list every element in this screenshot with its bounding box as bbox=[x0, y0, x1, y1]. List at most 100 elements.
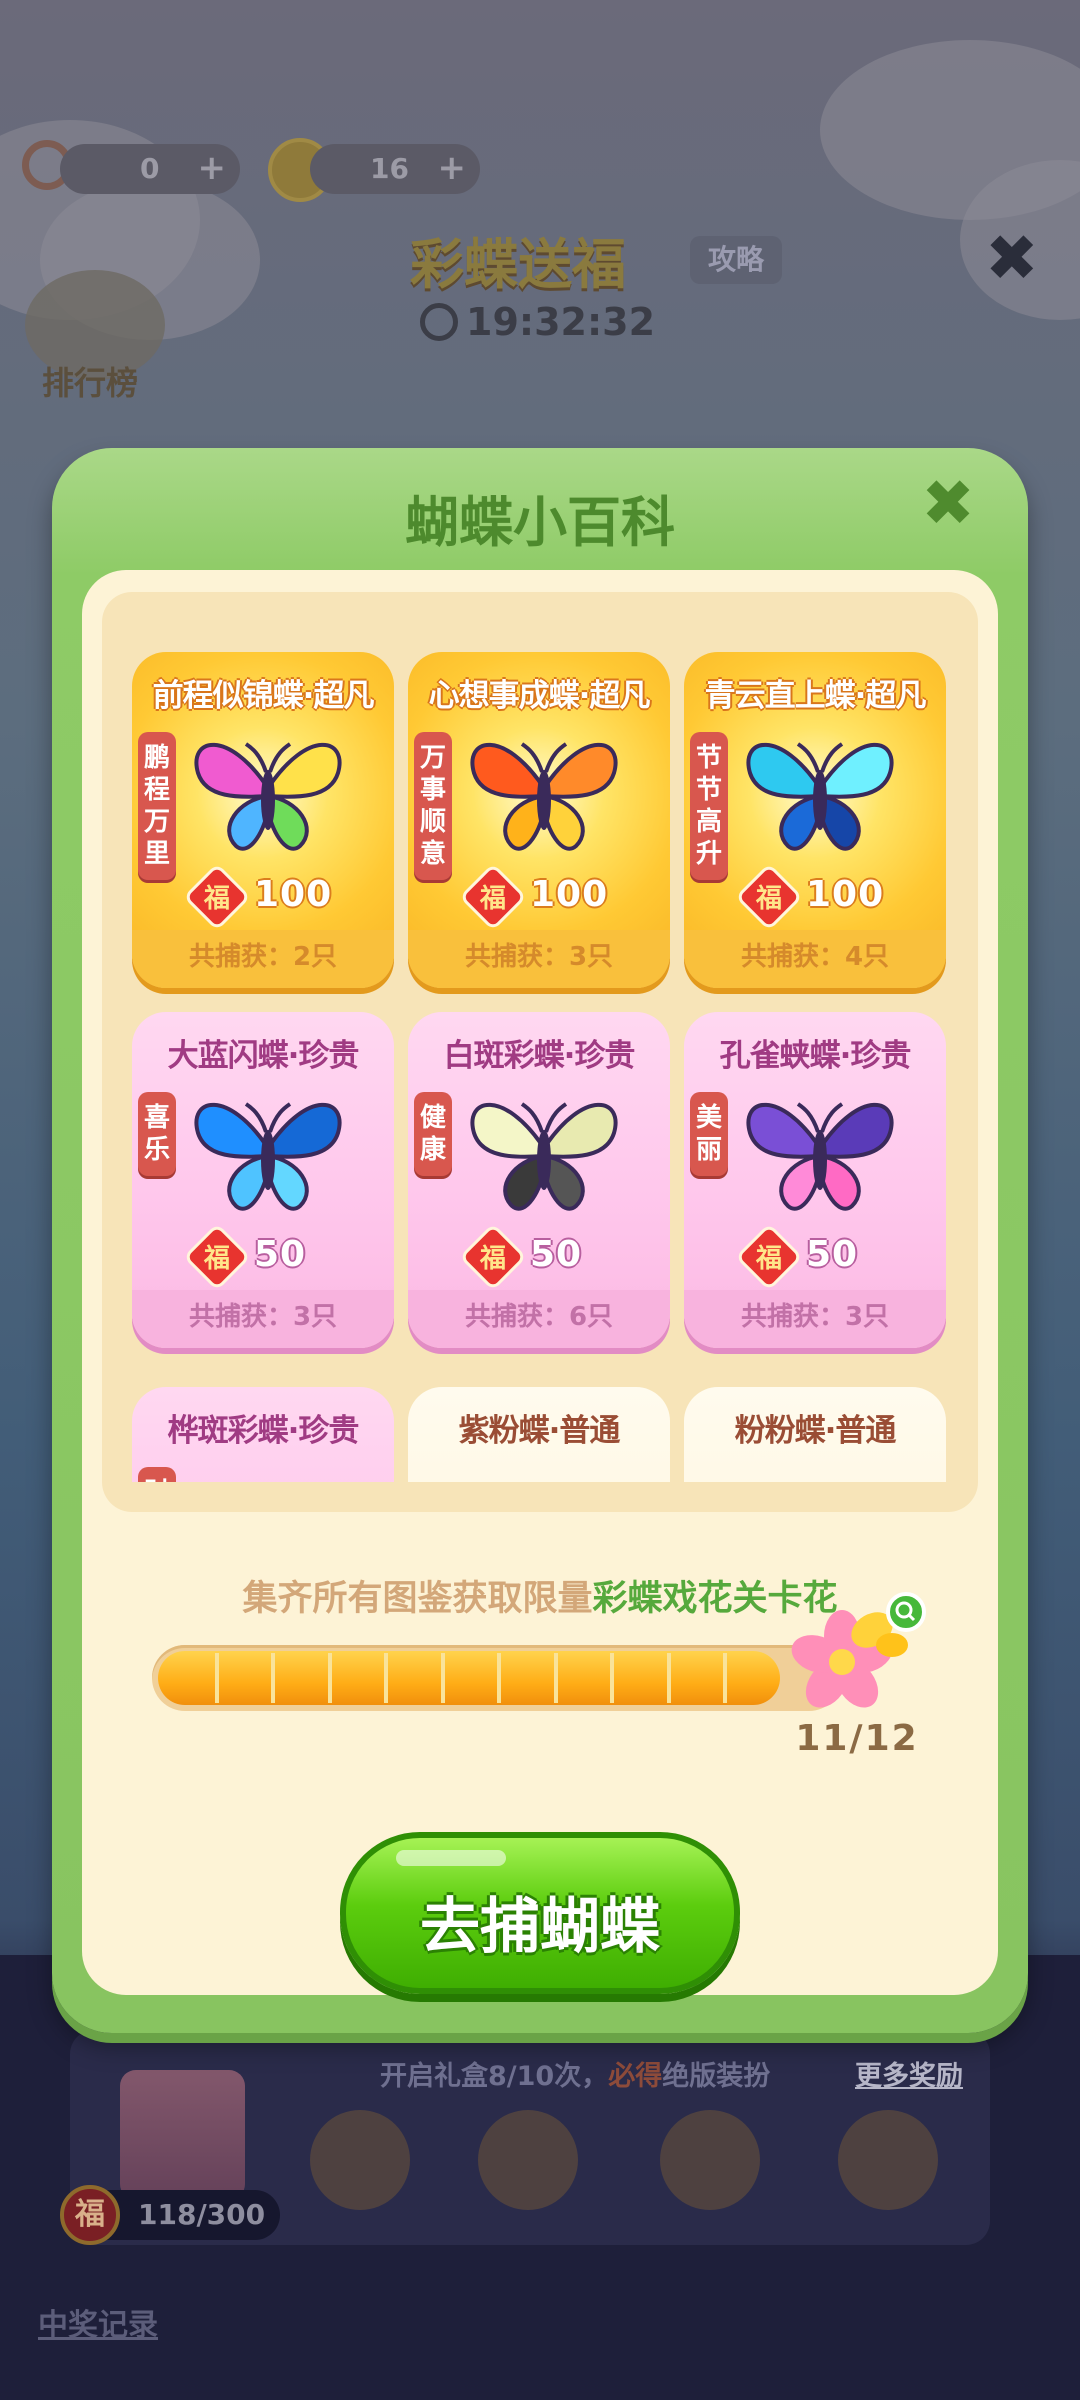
butterfly-icon bbox=[464, 1467, 624, 1482]
gift-box-icon[interactable] bbox=[120, 2070, 245, 2200]
butterfly-name: 孔雀蛱蝶·珍贵 bbox=[719, 1038, 912, 1074]
caught-count: 共捕获：3只 bbox=[408, 930, 670, 988]
more-rewards-link[interactable]: 更多奖励 bbox=[855, 2054, 963, 2093]
caught-count: 共捕获：6只 bbox=[408, 1290, 670, 1348]
collection-progress-fill bbox=[158, 1651, 780, 1705]
butterfly-grid-scroll[interactable]: 前程似锦蝶·超凡鹏程万里 福 100 共捕获：2只 心想事成蝶·超凡万事顺意 福 100… bbox=[102, 592, 978, 1482]
progress-segment-divider bbox=[384, 1653, 388, 1703]
progress-segment-divider bbox=[497, 1653, 501, 1703]
gift-progress-suffix: 绝版装扮 bbox=[662, 2061, 771, 2092]
timer-text: 19:32:32 bbox=[466, 300, 656, 344]
collection-progress-count: 11/12 bbox=[795, 1718, 919, 1759]
fu-value: 50 bbox=[806, 1234, 859, 1275]
reward-drum-icon[interactable] bbox=[660, 2110, 760, 2210]
progress-segment-divider bbox=[271, 1653, 275, 1703]
reward-dragon-icon[interactable] bbox=[838, 2110, 938, 2210]
butterfly-card[interactable]: 大蓝闪蝶·珍贵喜乐 福 50 共捕获：3只 bbox=[132, 1012, 394, 1348]
collection-progress-bar bbox=[152, 1645, 842, 1711]
progress-segment-divider bbox=[215, 1653, 219, 1703]
blessing-tag: 节节高升 bbox=[690, 732, 728, 880]
collect-hint-prefix: 集齐所有图鉴获取限量 bbox=[242, 1579, 593, 1619]
progress-segment-divider bbox=[667, 1653, 671, 1703]
caught-count: 共捕获：3只 bbox=[684, 1290, 946, 1348]
butterfly-icon bbox=[188, 1467, 348, 1482]
fu-value: 50 bbox=[254, 1234, 307, 1275]
fu-char: 福 bbox=[479, 884, 506, 914]
fu-char: 福 bbox=[203, 884, 230, 914]
magnifier-counter: 0 + bbox=[60, 144, 240, 194]
fu-char: 福 bbox=[755, 884, 782, 914]
butterfly-name: 紫粉蝶·普通 bbox=[458, 1413, 621, 1449]
caught-count: 共捕获：2只 bbox=[132, 930, 394, 988]
flower-reward-icon[interactable] bbox=[782, 1590, 932, 1720]
butterfly-grid[interactable]: 前程似锦蝶·超凡鹏程万里 福 100 共捕获：2只 心想事成蝶·超凡万事顺意 福 100… bbox=[102, 592, 978, 1512]
modal-title: 蝴蝶小百科 bbox=[405, 491, 675, 554]
game-close-button[interactable]: ✖ bbox=[985, 222, 1039, 296]
modal-content: 前程似锦蝶·超凡鹏程万里 福 100 共捕获：2只 心想事成蝶·超凡万事顺意 福 100… bbox=[82, 570, 998, 1995]
butterfly-icon bbox=[188, 1078, 348, 1228]
butterfly-name: 心想事成蝶·超凡 bbox=[428, 678, 651, 714]
gift-progress-bold: 必得 bbox=[608, 2061, 663, 2092]
fu-value: 100 bbox=[806, 874, 885, 915]
fu-progress-count: 118/300 bbox=[138, 2198, 266, 2231]
butterfly-icon bbox=[740, 1467, 900, 1482]
fu-char: 福 bbox=[755, 1244, 782, 1274]
fu-char: 福 bbox=[203, 1244, 230, 1274]
blessing-tag: 鹏程万里 bbox=[138, 732, 176, 880]
progress-segment-divider bbox=[723, 1653, 727, 1703]
butterfly-card[interactable]: 孔雀蛱蝶·珍贵美丽 福 50 共捕获：3只 bbox=[684, 1012, 946, 1348]
butterfly-icon bbox=[188, 718, 348, 868]
butterfly-card[interactable]: 粉粉蝶·普通 bbox=[684, 1387, 946, 1482]
coin-counter: 16 + bbox=[310, 144, 480, 194]
blessing-tag: 万事顺意 bbox=[414, 732, 452, 880]
gift-progress-prefix: 开启礼盒8/10次， bbox=[380, 2061, 609, 2092]
butterfly-card[interactable]: 紫粉蝶·普通 bbox=[408, 1387, 670, 1482]
blessing-tag: 喜乐 bbox=[138, 1092, 176, 1176]
butterfly-card[interactable]: 青云直上蝶·超凡节节高升 福 100 共捕获：4只 bbox=[684, 652, 946, 988]
button-shine bbox=[396, 1850, 506, 1866]
game-title: 彩蝶送福 bbox=[410, 233, 626, 296]
butterfly-icon bbox=[464, 1078, 624, 1228]
butterfly-card[interactable]: 心想事成蝶·超凡万事顺意 福 100 共捕获：3只 bbox=[408, 652, 670, 988]
butterfly-name: 青云直上蝶·超凡 bbox=[704, 678, 927, 714]
butterfly-icon bbox=[740, 718, 900, 868]
strategy-button[interactable]: 攻略 bbox=[690, 236, 782, 284]
gift-progress-text: 开启礼盒8/10次，必得绝版装扮 bbox=[380, 2054, 770, 2093]
butterfly-name: 前程似锦蝶·超凡 bbox=[152, 678, 375, 714]
catch-butterfly-label: 去捕蝴蝶 bbox=[420, 1892, 660, 1962]
progress-segment-divider bbox=[554, 1653, 558, 1703]
clock-icon bbox=[420, 303, 458, 341]
magnifier-count: 0 bbox=[140, 152, 160, 185]
butterfly-name: 粉粉蝶·普通 bbox=[734, 1413, 897, 1449]
progress-segment-divider bbox=[610, 1653, 614, 1703]
butterfly-name: 白斑彩蝶·珍贵 bbox=[443, 1038, 636, 1074]
fu-char: 福 bbox=[479, 1244, 506, 1274]
add-coin-button[interactable]: + bbox=[438, 148, 467, 188]
fu-value: 50 bbox=[530, 1234, 583, 1275]
fu-badge-icon: 福 bbox=[60, 2185, 120, 2245]
reward-stopwatch-icon[interactable] bbox=[310, 2110, 410, 2210]
catch-butterfly-button[interactable]: 去捕蝴蝶 bbox=[340, 1832, 740, 1994]
ranking-label[interactable]: 排行榜 bbox=[42, 358, 138, 404]
caught-count: 共捕获：3只 bbox=[132, 1290, 394, 1348]
blessing-tag: 财 bbox=[138, 1467, 176, 1482]
countdown-timer: 19:32:32 bbox=[420, 300, 655, 344]
blessing-tag: 健康 bbox=[414, 1092, 452, 1176]
caught-count: 共捕获：4只 bbox=[684, 930, 946, 988]
add-magnifier-button[interactable]: + bbox=[198, 148, 227, 188]
butterfly-name: 桦斑彩蝶·珍贵 bbox=[167, 1413, 360, 1449]
butterfly-icon bbox=[740, 1078, 900, 1228]
butterfly-encyclopedia-modal: 蝴蝶小百科 ✖ 前程似锦蝶·超凡 鹏程万里 福 100 共捕获：2只 心想事成蝶·超凡万… bbox=[52, 448, 1028, 2033]
blessing-tag: 美丽 bbox=[690, 1092, 728, 1176]
butterfly-card[interactable]: 白斑彩蝶·珍贵健康 福 50 共捕获：6只 bbox=[408, 1012, 670, 1348]
butterfly-card[interactable]: 前程似锦蝶·超凡 鹏程万里 福 100 共捕获：2只 bbox=[132, 652, 394, 988]
fu-value: 100 bbox=[530, 874, 609, 915]
prize-records-link[interactable]: 中奖记录 bbox=[38, 2300, 158, 2344]
progress-segment-divider bbox=[441, 1653, 445, 1703]
progress-segment-divider bbox=[328, 1653, 332, 1703]
coin-count: 16 bbox=[370, 152, 409, 185]
butterfly-name: 大蓝闪蝶·珍贵 bbox=[167, 1038, 360, 1074]
butterfly-card[interactable]: 桦斑彩蝶·珍贵财 bbox=[132, 1387, 394, 1482]
modal-close-button[interactable]: ✖ bbox=[918, 472, 978, 536]
reward-pet-icon[interactable] bbox=[478, 2110, 578, 2210]
